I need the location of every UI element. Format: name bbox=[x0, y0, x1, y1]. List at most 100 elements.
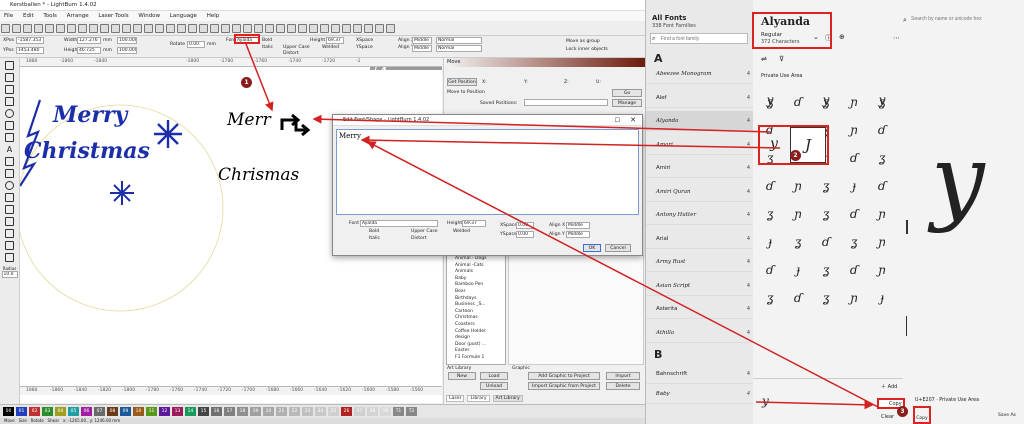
glyph-cell[interactable]: ɗ bbox=[869, 116, 895, 144]
canvas-merr-text[interactable]: Merr bbox=[227, 110, 271, 130]
frame-icon[interactable] bbox=[364, 24, 373, 33]
canvas-chrismas-text[interactable]: Chrismas bbox=[218, 165, 299, 185]
maximize-icon[interactable]: ☐ bbox=[615, 117, 620, 124]
glyph-cell[interactable]: ɗ bbox=[841, 144, 867, 172]
array-tool-icon[interactable] bbox=[5, 229, 14, 238]
dialog-bold-toggle[interactable]: Bold bbox=[369, 229, 379, 234]
palette-swatch[interactable]: 14 bbox=[185, 407, 196, 416]
ok-button[interactable]: OK bbox=[583, 244, 601, 252]
filter-icon[interactable]: ⊽ bbox=[779, 55, 784, 63]
zoom-fit-icon[interactable] bbox=[133, 24, 142, 33]
palette-swatch[interactable]: 23 bbox=[302, 407, 313, 416]
palette-swatch[interactable]: 25 bbox=[328, 407, 339, 416]
glyph-cell[interactable]: ɟ bbox=[757, 228, 783, 256]
palette-swatch[interactable]: 07 bbox=[94, 407, 105, 416]
status-size[interactable]: Size bbox=[19, 418, 27, 423]
language-icon[interactable]: ⊕ bbox=[839, 33, 845, 41]
library-item[interactable]: Christmas bbox=[455, 315, 505, 322]
ungroup-icon[interactable] bbox=[210, 24, 219, 33]
palette-swatch[interactable]: 10 bbox=[133, 407, 144, 416]
dialog-italic-toggle[interactable]: Italic bbox=[369, 236, 380, 241]
glyph-cell[interactable]: ɗ bbox=[841, 256, 867, 284]
font-row[interactable]: Alef 4 bbox=[646, 88, 754, 108]
offset-icon[interactable] bbox=[287, 24, 296, 33]
tab-library[interactable]: Library bbox=[467, 395, 490, 402]
library-item[interactable]: design bbox=[455, 335, 505, 342]
font-row[interactable]: Amiri Quran 4 bbox=[646, 182, 754, 202]
font-row[interactable]: Arial 4 bbox=[646, 229, 754, 249]
glyph-cell[interactable]: y bbox=[757, 86, 783, 114]
palette-swatch[interactable]: T2 bbox=[406, 407, 417, 416]
font-row[interactable]: Abeezee Monogram 4 bbox=[646, 64, 754, 84]
font-row[interactable]: Antony Hutter 4 bbox=[646, 205, 754, 225]
width-percent[interactable]: 100.000 bbox=[117, 37, 137, 44]
pen-tool-icon[interactable] bbox=[5, 157, 14, 166]
glyph-cell[interactable]: ɲ bbox=[785, 172, 811, 200]
circular-array-icon[interactable] bbox=[320, 24, 329, 33]
toolbar-align-x-select[interactable]: Middle bbox=[412, 37, 432, 44]
menu-arrange[interactable]: Arrange bbox=[67, 13, 89, 19]
open-file-icon[interactable] bbox=[12, 24, 21, 33]
palette-swatch[interactable]: 12 bbox=[159, 407, 170, 416]
go-button[interactable]: Go bbox=[612, 89, 642, 97]
dialog-yspace-field[interactable]: 0.00 bbox=[516, 231, 534, 238]
glyph-cell[interactable]: ʓ bbox=[813, 256, 839, 284]
glyph-cell[interactable]: ɲ bbox=[841, 88, 867, 116]
palette-swatch[interactable]: 16 bbox=[211, 407, 222, 416]
clear-menu-item[interactable]: Clear bbox=[881, 414, 894, 420]
circle-tool-icon[interactable] bbox=[5, 181, 14, 190]
text-input[interactable] bbox=[336, 129, 639, 215]
height-percent[interactable]: 100.000 bbox=[117, 47, 137, 54]
glyph-cell[interactable]: ʓ bbox=[813, 172, 839, 200]
export-icon[interactable] bbox=[45, 24, 54, 33]
weld-tool-icon[interactable] bbox=[5, 205, 14, 214]
menu-help[interactable]: Help bbox=[207, 13, 220, 19]
glyph-cell[interactable]: ɲ bbox=[785, 200, 811, 228]
grid-tool-icon[interactable] bbox=[5, 217, 14, 226]
palette-swatch[interactable]: 06 bbox=[81, 407, 92, 416]
glyph-cell[interactable]: ʓ bbox=[757, 284, 783, 312]
width-field[interactable]: 127.276 bbox=[77, 37, 101, 44]
canvas-christmas-text[interactable]: Christmas bbox=[24, 138, 150, 164]
line-tool-icon[interactable] bbox=[5, 85, 14, 94]
dialog-height-field[interactable]: 69.37 bbox=[462, 220, 486, 227]
menu-language[interactable]: Language bbox=[170, 13, 197, 19]
delete-button[interactable]: Delete bbox=[606, 382, 640, 390]
palette-swatch[interactable]: 09 bbox=[120, 407, 131, 416]
tab-laser[interactable]: Laser bbox=[446, 395, 465, 402]
camera-icon[interactable] bbox=[144, 24, 153, 33]
height-field[interactable]: 46.725 bbox=[77, 47, 101, 54]
close-icon[interactable]: ✕ bbox=[630, 116, 636, 124]
palette-swatch[interactable]: T1 bbox=[393, 407, 404, 416]
palette-swatch[interactable]: 26 bbox=[341, 407, 352, 416]
paste-icon[interactable] bbox=[78, 24, 87, 33]
library-item[interactable]: Animal - Dogs bbox=[455, 256, 505, 263]
menu-tools[interactable]: Tools bbox=[43, 13, 57, 19]
dialog-align-y-select[interactable]: Middle bbox=[566, 231, 590, 238]
ypos-field[interactable]: 1453.480 bbox=[16, 47, 44, 54]
palette-swatch[interactable]: 29 bbox=[380, 407, 391, 416]
saved-positions-select[interactable] bbox=[524, 99, 608, 106]
add-graphic-button[interactable]: Add Graphic to Project bbox=[528, 372, 600, 380]
save-as-button[interactable]: Save As bbox=[998, 413, 1016, 418]
toolbar-height-field[interactable]: 69.37 bbox=[326, 37, 344, 44]
glyph-cell[interactable]: ɗ bbox=[785, 88, 811, 116]
palette-swatch[interactable]: 05 bbox=[68, 407, 79, 416]
zoom-in-icon[interactable] bbox=[111, 24, 120, 33]
dialog-font-select[interactable]: Ayalda bbox=[360, 220, 438, 227]
toolbar-distort[interactable]: Distort bbox=[283, 51, 299, 56]
home-icon[interactable] bbox=[375, 24, 384, 33]
glyph-cell[interactable]: ʓ bbox=[757, 200, 783, 228]
palette-swatch[interactable]: 02 bbox=[29, 407, 40, 416]
import-button[interactable]: Import bbox=[606, 372, 640, 380]
scrollbar-track[interactable] bbox=[906, 316, 907, 336]
font-row-bahnschrift[interactable]: Bahnschrift 4 bbox=[646, 364, 754, 384]
glyph-cell[interactable]: ʓ bbox=[841, 228, 867, 256]
font-select[interactable]: Ayalda bbox=[235, 37, 259, 44]
glyph-cell[interactable]: y bbox=[761, 127, 787, 163]
palette-swatch[interactable]: 15 bbox=[198, 407, 209, 416]
glyph-cell[interactable]: ɗ bbox=[841, 200, 867, 228]
glyph-cell[interactable]: ɗ bbox=[869, 172, 895, 200]
import-graphic-from-project-button[interactable]: Import Graphic from Project bbox=[528, 382, 600, 390]
glyph-cell[interactable]: ɗ bbox=[785, 284, 811, 312]
